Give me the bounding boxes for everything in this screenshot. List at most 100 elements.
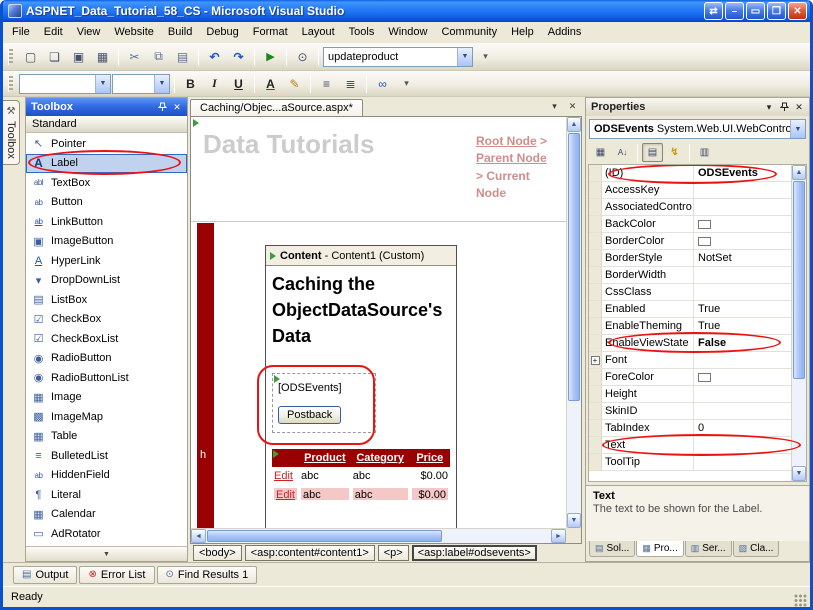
toolbox-item-linkbutton[interactable]: abLinkButton [26, 212, 187, 232]
toolbar-grip[interactable] [8, 49, 13, 65]
property-value[interactable]: True [694, 318, 791, 334]
property-row-tooltip[interactable]: ToolTip [589, 454, 791, 471]
toolbox-item-checkbox[interactable]: ☑CheckBox [26, 310, 187, 330]
redo-icon[interactable]: ↷ [227, 46, 250, 68]
toolbox-section-header[interactable]: Standard [26, 116, 187, 133]
document-tab[interactable]: Caching/Objec...aSource.aspx* [190, 99, 363, 116]
breadcrumb-link-root[interactable]: Root Node [476, 134, 537, 148]
menu-item-tools[interactable]: Tools [342, 23, 382, 42]
new-icon[interactable]: ▢ [19, 46, 42, 68]
label-paragraph-region[interactable]: [ODSEvents] Postback [272, 373, 376, 433]
categorized-icon[interactable]: ▦ [590, 143, 611, 162]
property-row-forecolor[interactable]: ForeColor [589, 369, 791, 386]
gridview-smart-tag-glyph[interactable] [273, 450, 279, 458]
property-value[interactable] [694, 216, 791, 232]
toolbar-options-icon[interactable]: ▾ [474, 46, 497, 68]
document-list-dropdown-icon[interactable]: ▾ [547, 99, 562, 113]
property-row-text[interactable]: Text [589, 437, 791, 454]
property-value[interactable]: ODSEvents [694, 165, 791, 181]
alphabetical-icon[interactable]: A↓ [612, 143, 633, 162]
properties-titlebar[interactable]: Properties ▾ ✕ [586, 98, 809, 116]
window-menu-icon[interactable]: ▾ [762, 101, 776, 114]
menu-item-addins[interactable]: Addins [541, 23, 589, 42]
property-value[interactable] [694, 437, 791, 453]
underline-icon[interactable]: U [227, 73, 250, 95]
chevron-down-icon[interactable]: ▼ [457, 48, 472, 66]
chevron-down-icon[interactable]: ▼ [95, 75, 110, 93]
menu-item-file[interactable]: File [5, 23, 37, 42]
window-arrows-button[interactable]: ⇄ [704, 2, 723, 20]
property-row-enabled[interactable]: EnabledTrue [589, 301, 791, 318]
save-icon[interactable]: ▣ [67, 46, 90, 68]
odsevents-label-control[interactable]: [ODSEvents] [278, 382, 370, 394]
toolbox-item-hiddenfield[interactable]: abHiddenField [26, 466, 187, 486]
output-tab-errorlist[interactable]: ⊗Error List [79, 566, 154, 584]
property-value[interactable] [694, 454, 791, 470]
horizontal-scroll-thumb[interactable] [207, 530, 442, 542]
design-surface[interactable]: Data Tutorials Root Node > Parent Node >… [190, 116, 582, 544]
toolbox-item-textbox[interactable]: ablTextBox [26, 173, 187, 193]
property-value[interactable] [694, 369, 791, 385]
bullets-icon[interactable]: ≡ [315, 73, 338, 95]
edit-link[interactable]: Edit [274, 470, 293, 482]
menu-item-community[interactable]: Community [434, 23, 504, 42]
toolbox-item-checkboxlist[interactable]: ☑CheckBoxList [26, 329, 187, 349]
chevron-down-icon[interactable]: ▼ [790, 120, 805, 138]
cut-icon[interactable]: ✂ [123, 46, 146, 68]
toolbar-options-icon[interactable]: ▾ [395, 73, 418, 95]
property-row-enabletheming[interactable]: EnableThemingTrue [589, 318, 791, 335]
menu-item-debug[interactable]: Debug [199, 23, 245, 42]
property-row-borderwidth[interactable]: BorderWidth [589, 267, 791, 284]
menu-item-build[interactable]: Build [161, 23, 199, 42]
close-icon[interactable]: ✕ [170, 101, 184, 114]
property-row-bordercolor[interactable]: BorderColor [589, 233, 791, 250]
property-value[interactable]: True [694, 301, 791, 317]
pin-icon[interactable] [155, 101, 169, 114]
tag-path-item[interactable]: <body> [193, 545, 242, 561]
toolbox-item-listbox[interactable]: ▤ListBox [26, 290, 187, 310]
property-value[interactable] [694, 386, 791, 402]
menu-item-window[interactable]: Window [381, 23, 434, 42]
open-icon[interactable]: ❏ [43, 46, 66, 68]
tool-tab-sol[interactable]: ▤Sol... [589, 541, 635, 557]
toolbox-item-button[interactable]: abButton [26, 193, 187, 213]
vertical-scroll-thumb[interactable] [568, 133, 580, 401]
numbering-icon[interactable]: ≣ [339, 73, 362, 95]
tool-tab-ser[interactable]: ▥Ser... [685, 541, 732, 557]
toolbox-item-adrotator[interactable]: ▭AdRotator [26, 524, 187, 544]
save-all-icon[interactable]: ▦ [91, 46, 114, 68]
toolbox-item-hyperlink[interactable]: AHyperLink [26, 251, 187, 271]
output-tab-findresults1[interactable]: ⊙Find Results 1 [157, 566, 258, 584]
find-icon[interactable]: ⊙ [291, 46, 314, 68]
pin-icon[interactable] [777, 101, 791, 114]
copy-icon[interactable]: ⧉ [147, 46, 170, 68]
property-row-font[interactable]: +Font [589, 352, 791, 369]
close-icon[interactable]: ✕ [792, 101, 806, 114]
resize-grip[interactable] [794, 594, 807, 607]
expand-plus-icon[interactable]: + [591, 356, 600, 365]
property-row-accesskey[interactable]: AccessKey [589, 182, 791, 199]
properties-scrollbar[interactable]: ▲ ▼ [791, 165, 806, 481]
property-pages-icon[interactable]: ▥ [694, 143, 715, 162]
edit-link[interactable]: Edit [276, 489, 295, 500]
bold-icon[interactable]: B [179, 73, 202, 95]
toolbox-item-radiobutton[interactable]: ◉RadioButton [26, 349, 187, 369]
menu-item-website[interactable]: Website [107, 23, 161, 42]
property-value[interactable] [694, 403, 791, 419]
paste-icon[interactable]: ▤ [171, 46, 194, 68]
property-row-height[interactable]: Height [589, 386, 791, 403]
scroll-up-icon[interactable]: ▲ [567, 117, 581, 132]
toolbar-grip[interactable] [8, 76, 13, 92]
content-placeholder-region[interactable]: Content - Content1 (Custom) Caching the … [265, 245, 457, 528]
property-value[interactable]: NotSet [694, 250, 791, 266]
start-debug-icon[interactable]: ▶ [259, 46, 282, 68]
gridview-control[interactable]: ProductCategoryPriceEditabcabc$0.00Edita… [272, 449, 450, 503]
property-value[interactable] [694, 267, 791, 283]
highlight-icon[interactable]: ✎ [283, 73, 306, 95]
maximize-button[interactable]: ▭ [746, 2, 765, 20]
property-value[interactable]: False [694, 335, 791, 351]
hyperlink-tool-icon[interactable]: ∞ [371, 73, 394, 95]
toolbox-item-image[interactable]: ▦Image [26, 388, 187, 408]
menu-item-edit[interactable]: Edit [37, 23, 70, 42]
tool-tab-pro[interactable]: ▦Pro... [636, 541, 683, 557]
